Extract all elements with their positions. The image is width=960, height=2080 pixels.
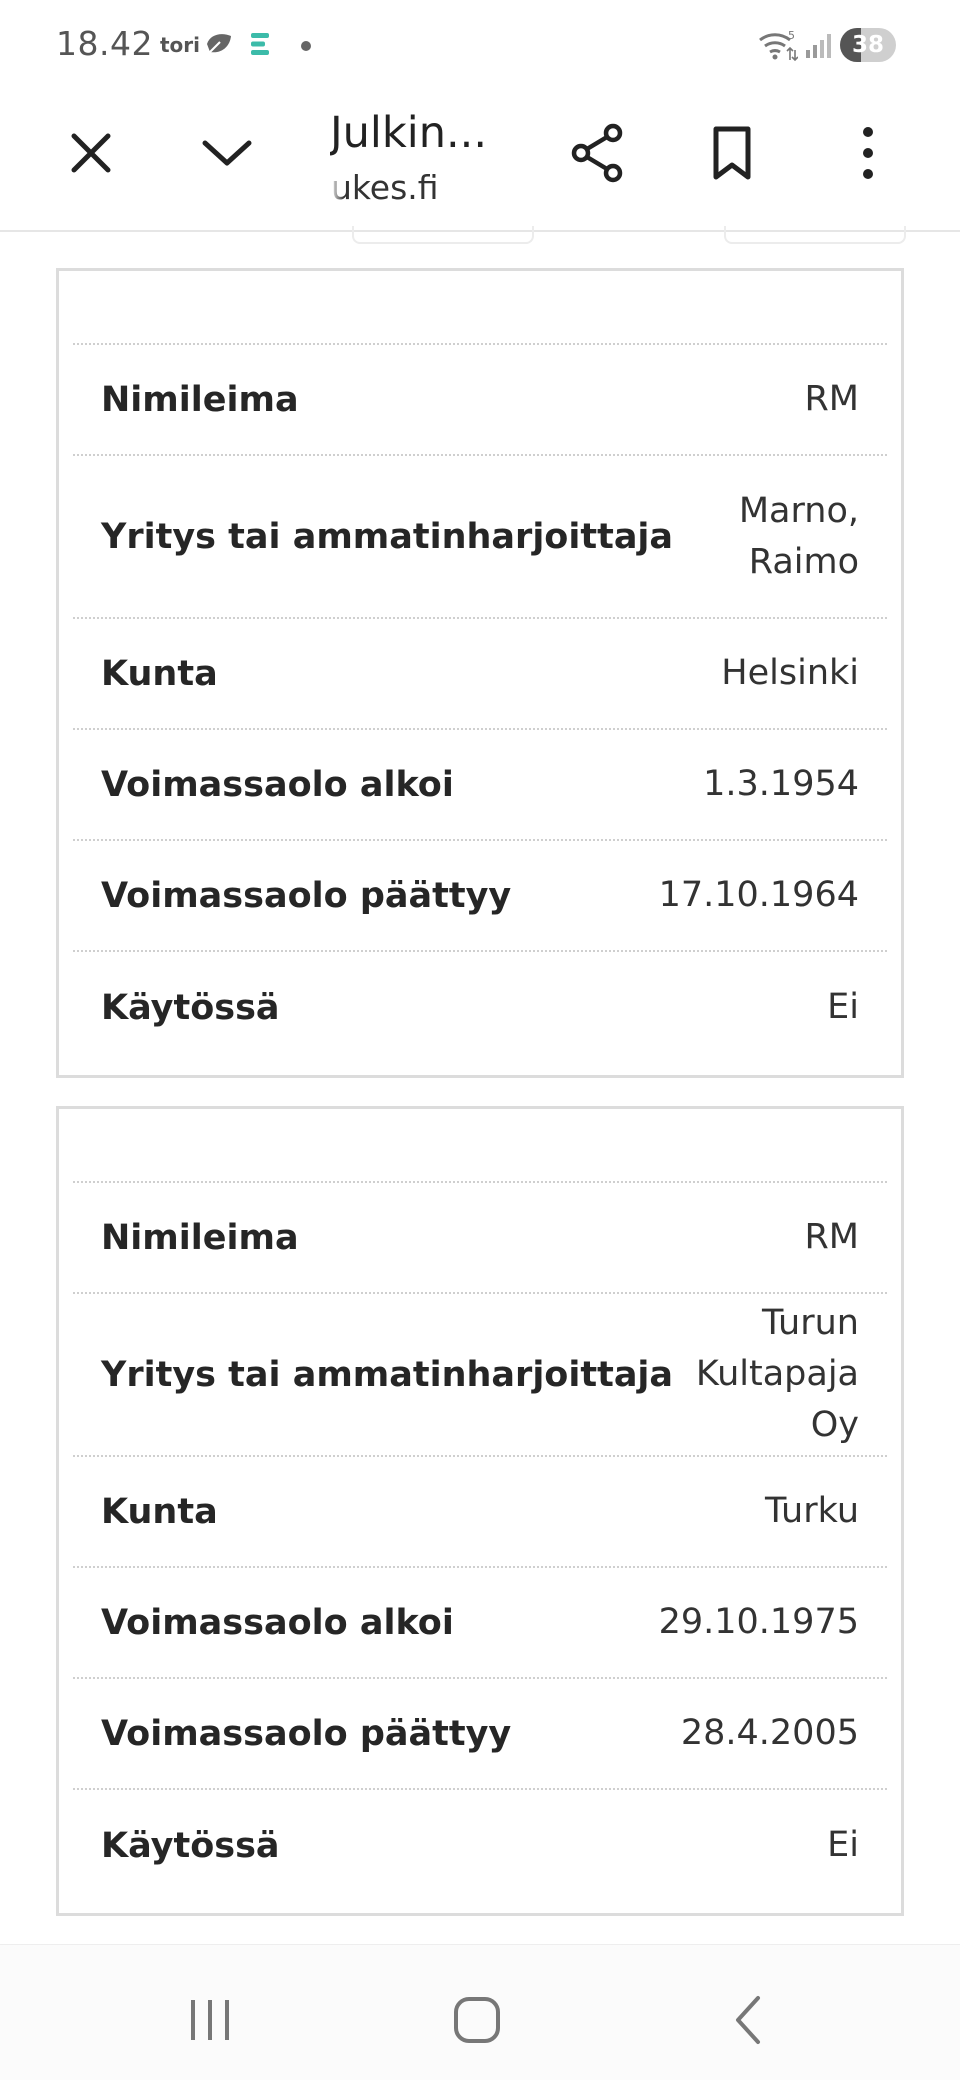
bookmark-icon [713, 126, 751, 180]
recent-apps-icon [191, 2000, 229, 2040]
back-button[interactable] [703, 1985, 793, 2055]
row-value: 1.3.1954 [703, 764, 859, 804]
row-label: Käytössä [101, 1825, 280, 1866]
tori-app-label: tori [160, 33, 201, 57]
peek-card-left [352, 226, 534, 244]
row-label: Käytössä [101, 987, 280, 1028]
close-button[interactable] [56, 118, 126, 188]
row-value: Turun Kultapaja Oy [695, 1303, 859, 1445]
page-url: tukes.fi [330, 168, 439, 207]
wifi-icon: 5 [759, 29, 798, 62]
row-value: Turku [764, 1491, 859, 1531]
row-label: Yritys tai ammatinharjoittaja [101, 1354, 674, 1395]
result-card: Nimileima RM Yritys tai ammatinharjoitta… [56, 1106, 904, 1916]
row-label: Kunta [101, 1491, 218, 1532]
row-kunta: Kunta Turku [73, 1457, 887, 1568]
url-fade [330, 168, 344, 212]
row-label: Yritys tai ammatinharjoittaja [101, 516, 674, 557]
row-value: 29.10.1975 [658, 1602, 859, 1642]
card-header-spacer [73, 1109, 887, 1183]
status-bar: 18.42 tori 5 38 [0, 0, 960, 90]
row-label: Voimassaolo alkoi [101, 1602, 454, 1643]
row-label: Voimassaolo päättyy [101, 875, 512, 916]
card-header-spacer [73, 271, 887, 345]
row-value: RM [804, 379, 859, 419]
more-options-button[interactable] [833, 118, 903, 188]
row-value: RM [804, 1217, 859, 1257]
recent-apps-button[interactable] [165, 1985, 255, 2055]
result-card: Nimileima RM Yritys tai ammatinharjoitta… [56, 268, 904, 1078]
share-icon [571, 123, 623, 183]
more-vert-icon [863, 127, 873, 179]
notification-dot-icon [301, 41, 311, 51]
share-button[interactable] [562, 118, 632, 188]
row-value: Ei [827, 1825, 859, 1865]
row-nimileima: Nimileima RM [73, 345, 887, 456]
close-icon [71, 133, 111, 173]
row-value: 28.4.2005 [680, 1713, 859, 1753]
row-kunta: Kunta Helsinki [73, 619, 887, 730]
row-nimileima: Nimileima RM [73, 1183, 887, 1294]
page-title: Julkin... [330, 108, 487, 158]
row-value: Helsinki [721, 653, 859, 693]
battery-level: 38 [851, 32, 884, 58]
row-label: Nimileima [101, 379, 299, 420]
home-button[interactable] [432, 1985, 522, 2055]
bookmark-button[interactable] [697, 118, 767, 188]
minimize-button[interactable] [192, 118, 262, 188]
row-company: Yritys tai ammatinharjoittaja Turun Kult… [73, 1294, 887, 1457]
status-time: 18.42 [56, 24, 153, 63]
signal-icon [806, 34, 831, 58]
row-valid-until: Voimassaolo päättyy 28.4.2005 [73, 1679, 887, 1790]
leaf-icon [207, 34, 231, 55]
browser-toolbar: Julkin... tukes.fi [0, 90, 960, 232]
row-valid-from: Voimassaolo alkoi 1.3.1954 [73, 730, 887, 841]
row-value: Ei [827, 987, 859, 1027]
row-label: Nimileima [101, 1217, 299, 1258]
row-label: Kunta [101, 653, 218, 694]
peek-card-right [724, 226, 906, 244]
row-in-use: Käytössä Ei [73, 952, 887, 1063]
row-value: 17.10.1964 [658, 875, 859, 915]
row-in-use: Käytössä Ei [73, 1790, 887, 1901]
system-nav-bar [0, 1944, 960, 2080]
network-label: 5 [788, 29, 795, 42]
home-icon [454, 1997, 500, 2043]
row-company: Yritys tai ammatinharjoittaja Marno, Rai… [73, 456, 887, 619]
row-label: Voimassaolo päättyy [101, 1713, 512, 1754]
row-label: Voimassaolo alkoi [101, 764, 454, 805]
chevron-down-icon [202, 140, 252, 166]
row-valid-until: Voimassaolo päättyy 17.10.1964 [73, 841, 887, 952]
row-value: Marno, Raimo [738, 490, 859, 582]
back-icon [736, 1996, 760, 2044]
row-valid-from: Voimassaolo alkoi 29.10.1975 [73, 1568, 887, 1679]
page-title-area[interactable]: Julkin... tukes.fi [330, 98, 530, 218]
battery-icon: 38 [840, 28, 896, 62]
e-app-icon [251, 33, 269, 55]
